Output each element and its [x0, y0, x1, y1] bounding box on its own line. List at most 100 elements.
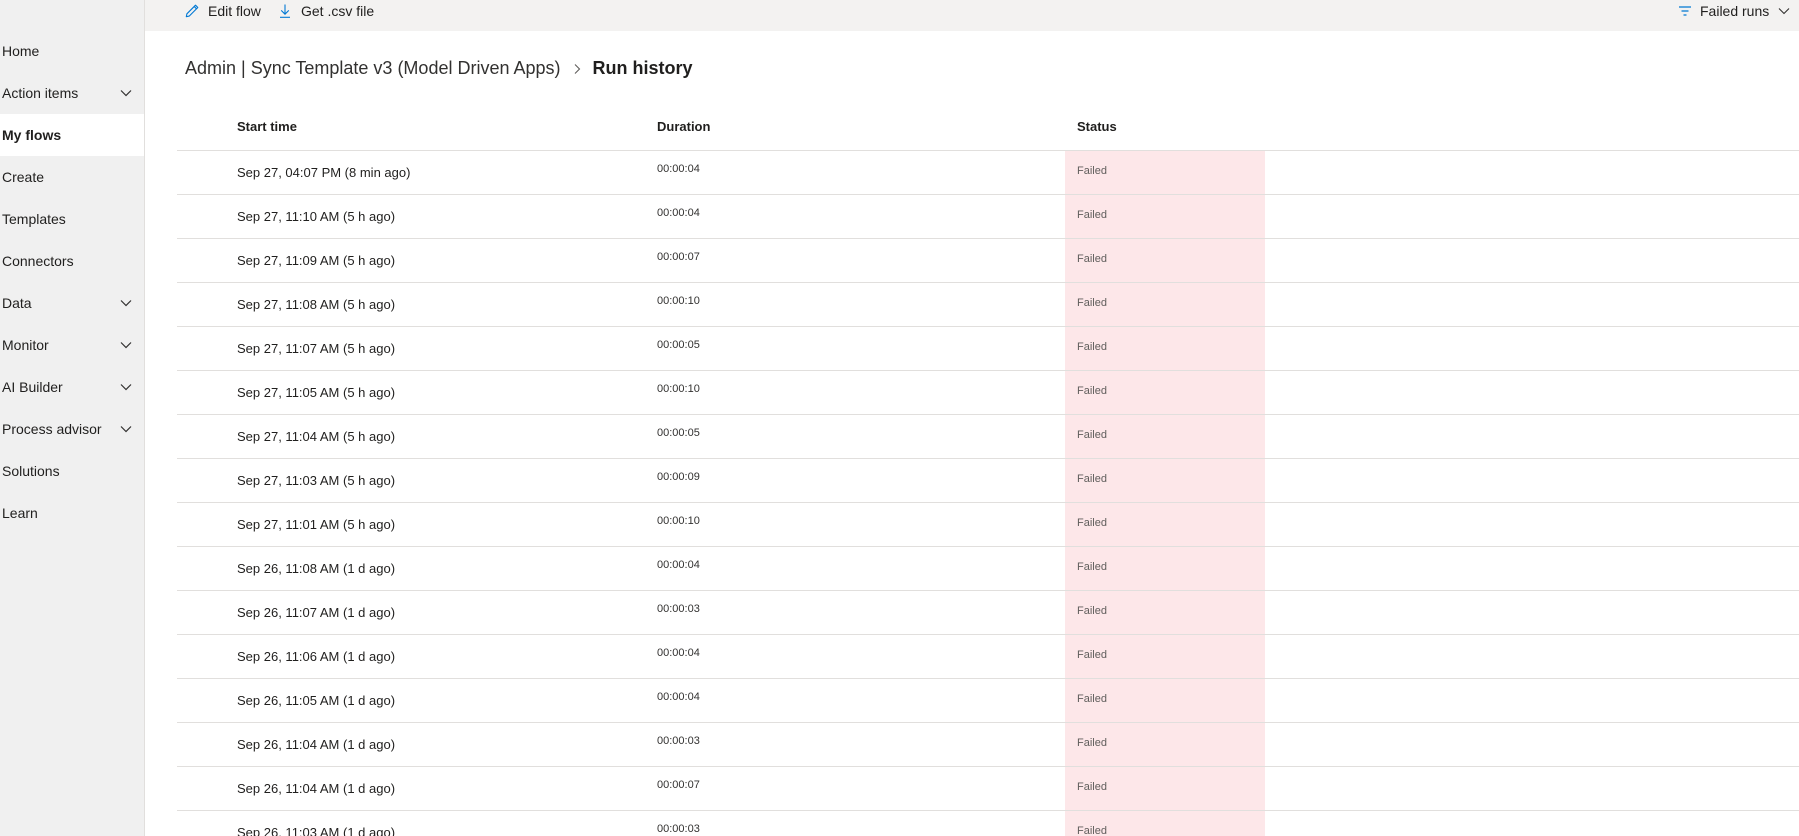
table-row[interactable]: Sep 27, 11:01 AM (5 h ago) 00:00:10 Fail… — [177, 503, 1799, 547]
failed-runs-label: Failed runs — [1700, 3, 1770, 19]
table-row[interactable]: Sep 26, 11:03 AM (1 d ago) 00:00:03 Fail… — [177, 811, 1799, 836]
start-time-cell[interactable]: Sep 27, 11:10 AM (5 h ago) — [237, 209, 395, 224]
nav-item-monitor[interactable]: Monitor — [0, 324, 144, 366]
table-row[interactable]: Sep 26, 11:06 AM (1 d ago) 00:00:04 Fail… — [177, 635, 1799, 679]
chevron-right-icon — [571, 63, 583, 75]
table-row[interactable]: Sep 27, 11:04 AM (5 h ago) 00:00:05 Fail… — [177, 415, 1799, 459]
duration-cell: 00:00:03 — [657, 603, 700, 615]
start-time-cell[interactable]: Sep 27, 04:07 PM (8 min ago) — [237, 165, 410, 180]
nav-item-solutions[interactable]: Solutions — [0, 450, 144, 492]
duration-cell: 00:00:04 — [657, 691, 700, 703]
nav-item-process-advisor[interactable]: Process advisor — [0, 408, 144, 450]
status-text: Failed — [1077, 253, 1107, 265]
start-time-cell[interactable]: Sep 26, 11:08 AM (1 d ago) — [237, 561, 395, 576]
status-cell: Failed — [1065, 327, 1265, 370]
nav-item-create[interactable]: Create — [0, 156, 144, 198]
breadcrumb: Admin | Sync Template v3 (Model Driven A… — [185, 58, 693, 79]
duration-cell: 00:00:05 — [657, 427, 700, 439]
edit-flow-label: Edit flow — [208, 3, 261, 19]
nav-item-home[interactable]: Home — [0, 30, 144, 72]
status-text: Failed — [1077, 165, 1107, 177]
start-time-cell[interactable]: Sep 27, 11:04 AM (5 h ago) — [237, 429, 395, 444]
status-text: Failed — [1077, 341, 1107, 353]
filter-icon — [1679, 6, 1691, 16]
get-csv-button[interactable]: Get .csv file — [277, 0, 374, 22]
table-row[interactable]: Sep 27, 11:10 AM (5 h ago) 00:00:04 Fail… — [177, 195, 1799, 239]
start-time-cell[interactable]: Sep 27, 11:09 AM (5 h ago) — [237, 253, 395, 268]
nav-label: Create — [2, 169, 45, 185]
start-time-cell[interactable]: Sep 27, 11:08 AM (5 h ago) — [237, 297, 395, 312]
start-time-cell[interactable]: Sep 26, 11:04 AM (1 d ago) — [237, 781, 395, 796]
status-cell: Failed — [1065, 591, 1265, 634]
get-csv-label: Get .csv file — [301, 3, 375, 19]
status-text: Failed — [1077, 825, 1107, 836]
nav-item-templates[interactable]: Templates — [0, 198, 144, 240]
column-header-duration[interactable]: Duration — [657, 119, 710, 134]
start-time-cell[interactable]: Sep 27, 11:03 AM (5 h ago) — [237, 473, 395, 488]
duration-cell: 00:00:04 — [657, 207, 700, 219]
nav-item-ai-builder[interactable]: AI Builder — [0, 366, 144, 408]
nav-label: Solutions — [2, 463, 60, 479]
status-cell: Failed — [1065, 195, 1265, 238]
start-time-cell[interactable]: Sep 27, 11:07 AM (5 h ago) — [237, 341, 395, 356]
status-cell: Failed — [1065, 503, 1265, 546]
chevron-down-icon[interactable] — [118, 379, 134, 395]
nav-item-my-flows[interactable]: My flows — [0, 114, 144, 156]
page-title: Run history — [592, 58, 693, 78]
duration-cell: 00:00:04 — [657, 163, 700, 175]
breadcrumb-flow-link[interactable]: Admin | Sync Template v3 (Model Driven A… — [185, 58, 561, 79]
table-row[interactable]: Sep 27, 11:07 AM (5 h ago) 00:00:05 Fail… — [177, 327, 1799, 371]
status-text: Failed — [1077, 605, 1107, 617]
start-time-cell[interactable]: Sep 27, 11:05 AM (5 h ago) — [237, 385, 395, 400]
start-time-cell[interactable]: Sep 26, 11:07 AM (1 d ago) — [237, 605, 395, 620]
start-time-cell[interactable]: Sep 26, 11:05 AM (1 d ago) — [237, 693, 395, 708]
status-text: Failed — [1077, 649, 1107, 661]
nav-item-learn[interactable]: Learn — [0, 492, 144, 534]
status-text: Failed — [1077, 473, 1107, 485]
failed-runs-filter[interactable]: Failed runs — [1678, 0, 1791, 22]
start-time-cell[interactable]: Sep 26, 11:06 AM (1 d ago) — [237, 649, 395, 664]
status-cell: Failed — [1065, 459, 1265, 502]
table-row[interactable]: Sep 27, 04:07 PM (8 min ago) 00:00:04 Fa… — [177, 151, 1799, 195]
nav-label: Templates — [2, 211, 66, 227]
status-cell: Failed — [1065, 635, 1265, 678]
start-time-cell[interactable]: Sep 27, 11:01 AM (5 h ago) — [237, 517, 395, 532]
status-cell: Failed — [1065, 151, 1265, 194]
start-time-cell[interactable]: Sep 26, 11:03 AM (1 d ago) — [237, 825, 395, 836]
nav-item-action-items[interactable]: Action items — [0, 72, 144, 114]
left-nav: Home Action items My flows Create Templa… — [0, 0, 145, 836]
table-row[interactable]: Sep 27, 11:05 AM (5 h ago) 00:00:10 Fail… — [177, 371, 1799, 415]
nav-label: Data — [2, 295, 32, 311]
nav-item-data[interactable]: Data — [0, 282, 144, 324]
status-text: Failed — [1077, 737, 1107, 749]
status-cell: Failed — [1065, 239, 1265, 282]
duration-cell: 00:00:10 — [657, 295, 700, 307]
app: Home Action items My flows Create Templa… — [0, 0, 1799, 836]
table-row[interactable]: Sep 26, 11:04 AM (1 d ago) 00:00:07 Fail… — [177, 767, 1799, 811]
duration-cell: 00:00:10 — [657, 383, 700, 395]
edit-flow-button[interactable]: Edit flow — [184, 0, 261, 22]
table-row[interactable]: Sep 27, 11:08 AM (5 h ago) 00:00:10 Fail… — [177, 283, 1799, 327]
start-time-cell[interactable]: Sep 26, 11:04 AM (1 d ago) — [237, 737, 395, 752]
table-row[interactable]: Sep 26, 11:04 AM (1 d ago) 00:00:03 Fail… — [177, 723, 1799, 767]
nav-label: Action items — [2, 85, 79, 101]
status-text: Failed — [1077, 781, 1107, 793]
table-row[interactable]: Sep 26, 11:07 AM (1 d ago) 00:00:03 Fail… — [177, 591, 1799, 635]
pencil-icon — [185, 4, 199, 18]
chevron-down-icon[interactable] — [118, 295, 134, 311]
chevron-down-icon[interactable] — [118, 421, 134, 437]
chevron-down-icon[interactable] — [118, 85, 134, 101]
table-row[interactable]: Sep 27, 11:03 AM (5 h ago) 00:00:09 Fail… — [177, 459, 1799, 503]
status-cell: Failed — [1065, 415, 1265, 458]
status-text: Failed — [1077, 561, 1107, 573]
table-row[interactable]: Sep 26, 11:08 AM (1 d ago) 00:00:04 Fail… — [177, 547, 1799, 591]
duration-cell: 00:00:04 — [657, 647, 700, 659]
chevron-down-icon[interactable] — [118, 337, 134, 353]
table-row[interactable]: Sep 26, 11:05 AM (1 d ago) 00:00:04 Fail… — [177, 679, 1799, 723]
run-history-table: Start time Duration Status Sep 27, 04:07… — [177, 106, 1799, 836]
duration-cell: 00:00:05 — [657, 339, 700, 351]
column-header-start-time[interactable]: Start time — [237, 119, 297, 134]
nav-item-connectors[interactable]: Connectors — [0, 240, 144, 282]
column-header-status[interactable]: Status — [1077, 119, 1117, 134]
table-row[interactable]: Sep 27, 11:09 AM (5 h ago) 00:00:07 Fail… — [177, 239, 1799, 283]
